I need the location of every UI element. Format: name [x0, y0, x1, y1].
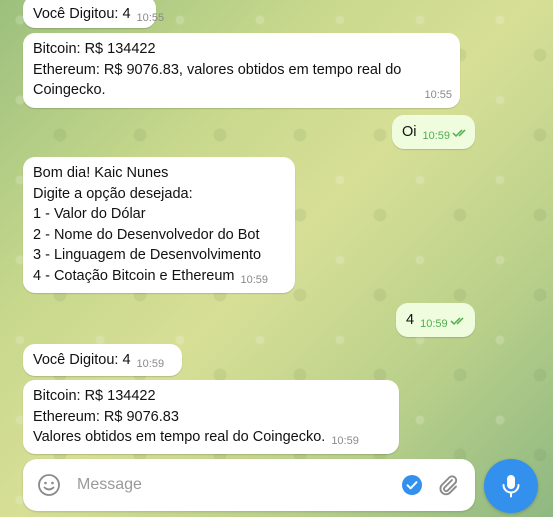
- message-incoming: Você Digitou: 4 10:55: [23, 0, 164, 28]
- microphone-icon[interactable]: [484, 459, 538, 513]
- message-time: 10:59: [240, 273, 269, 286]
- message-text: Você Digitou: 4: [33, 6, 131, 22]
- message-line: Valores obtidos em tempo real do Coingec…: [33, 429, 326, 445]
- message-line: 2 - Nome do Desenvolvedor do Bot: [33, 226, 260, 243]
- message-time: 10:59: [422, 130, 451, 142]
- message-line: Bom dia! Kaic Nunes: [33, 165, 169, 181]
- message-text: 4: [406, 312, 415, 328]
- message-line: Bitcoin: R$ 134422: [33, 41, 156, 57]
- message-time: 10:59: [136, 358, 165, 370]
- message-time: 10:55: [424, 88, 452, 101]
- message-line: Bitcoin: R$ 134422: [33, 388, 156, 404]
- message-incoming: Bom dia! Kaic Nunes Digite a opção desej…: [23, 157, 295, 293]
- message-text: Oi: [402, 124, 417, 140]
- message-line: 4 - Cotação Bitcoin e Ethereum: [33, 267, 235, 284]
- message-time: 10:59: [331, 435, 359, 447]
- message-line: Ethereum: R$ 9076.83: [33, 408, 179, 425]
- message-incoming: Bitcoin: R$ 134422 Ethereum: R$ 9076.83 …: [23, 380, 399, 454]
- check-circle-icon[interactable]: [401, 474, 423, 496]
- message-line: Ethereum: R$ 9076.83, valores obtidos em…: [33, 61, 402, 78]
- message-incoming: Você Digitou: 4 10:59: [23, 344, 182, 376]
- message-incoming: Bitcoin: R$ 134422 Ethereum: R$ 9076.83,…: [23, 33, 460, 108]
- message-outgoing: 4 10:59: [396, 303, 475, 337]
- double-check-icon: [452, 124, 470, 145]
- message-line: Digite a opção desejada:: [33, 185, 193, 202]
- message-input[interactable]: [77, 471, 377, 499]
- message-line: 1 - Valor do Dólar: [33, 206, 146, 222]
- paperclip-icon[interactable]: [435, 472, 461, 498]
- message-line: Coingecko.: [33, 82, 106, 98]
- message-line: 3 - Linguagem de Desenvolvimento: [33, 247, 262, 263]
- message-time: 10:59: [420, 318, 448, 330]
- message-time: 10:55: [136, 12, 165, 24]
- smile-icon[interactable]: [37, 473, 61, 497]
- message-composer: [23, 459, 475, 511]
- message-text: Você Digitou: 4: [33, 352, 131, 368]
- message-outgoing: Oi 10:59: [392, 115, 475, 149]
- double-check-icon: [450, 312, 468, 333]
